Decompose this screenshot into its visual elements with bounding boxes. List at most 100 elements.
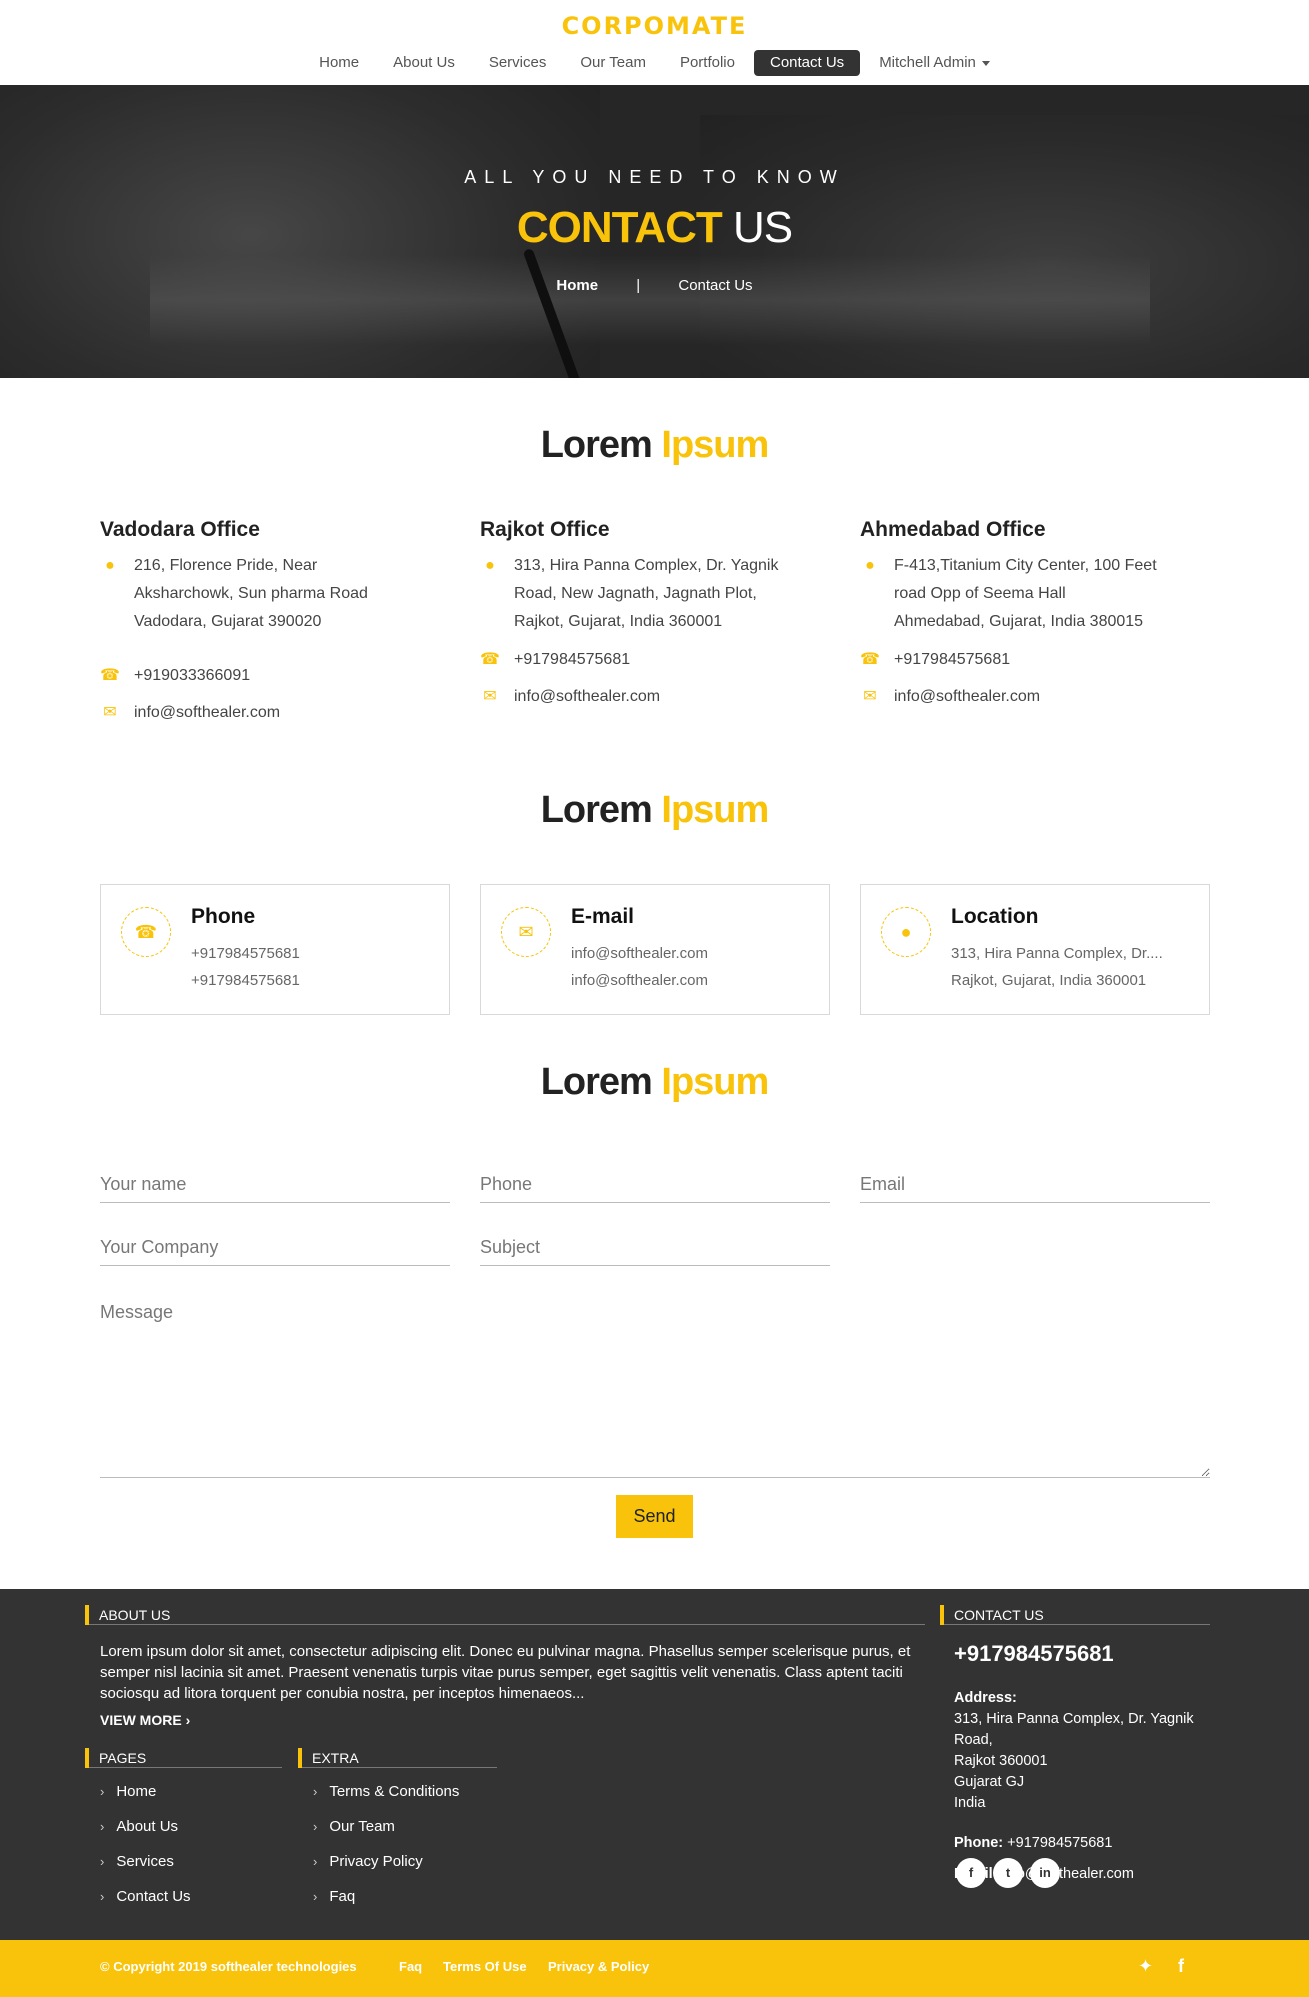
chevron-right-icon: › bbox=[100, 1819, 105, 1834]
section-title-text: Lorem bbox=[540, 1061, 662, 1103]
phone-text[interactable]: +917984575681 bbox=[894, 651, 1010, 668]
footer-link-faq[interactable]: › Faq bbox=[313, 1888, 355, 1905]
bottom-link-terms[interactable]: Terms Of Use bbox=[443, 1959, 527, 1974]
section-title-accent: Ipsum bbox=[661, 789, 769, 831]
box-line: 313, Hira Panna Complex, Dr.... bbox=[951, 945, 1163, 962]
section-title-text: Lorem bbox=[540, 789, 662, 831]
box-title: E-mail bbox=[571, 905, 635, 928]
nav-services[interactable]: Services bbox=[472, 50, 564, 76]
main-nav: Home About Us Services Our Team Portfoli… bbox=[0, 50, 1309, 76]
footer-contact-heading: CONTACT US bbox=[940, 1605, 1210, 1625]
box-line: info@softhealer.com bbox=[571, 945, 708, 962]
envelope-icon: ✉ bbox=[483, 688, 497, 705]
company-input[interactable] bbox=[100, 1230, 450, 1266]
email-text[interactable]: info@softhealer.com bbox=[514, 688, 660, 705]
send-button[interactable]: Send bbox=[616, 1495, 693, 1538]
envelope-icon: ✉ bbox=[863, 688, 877, 705]
link-label: Contact Us bbox=[116, 1888, 191, 1905]
phone-label: Phone: bbox=[954, 1835, 1004, 1851]
section-title-text: Lorem bbox=[540, 424, 662, 466]
footer-link-privacy[interactable]: › Privacy Policy bbox=[313, 1853, 423, 1870]
link-label: Privacy Policy bbox=[329, 1853, 423, 1870]
office-name: Rajkot Office bbox=[480, 518, 610, 541]
section-title-form: Lorem Ipsum bbox=[0, 1061, 1309, 1104]
office-vadodara: Vadodara Office ● 216, Florence Pride, Ne… bbox=[100, 518, 440, 727]
email-text[interactable]: info@softhealer.com bbox=[894, 688, 1040, 705]
contact-box-phone: ☎ Phone +917984575681 +917984575681 bbox=[100, 884, 450, 1015]
address-line: Road, bbox=[954, 1732, 993, 1748]
office-address: ● 216, Florence Pride, Near Aksharchowk, S… bbox=[100, 552, 440, 636]
chevron-right-icon: › bbox=[313, 1854, 318, 1869]
nav-about-us[interactable]: About Us bbox=[376, 50, 472, 76]
footer-about-text: Lorem ipsum dolor sit amet, consectetur … bbox=[100, 1643, 911, 1702]
office-address: ● 313, Hira Panna Complex, Dr. Yagnik Road… bbox=[480, 552, 820, 636]
contact-box-email: ✉ E-mail info@softhealer.com info@softhe… bbox=[480, 884, 830, 1015]
address-line: 313, Hira Panna Complex, Dr. Yagnik bbox=[514, 557, 779, 574]
nav-portfolio[interactable]: Portfolio bbox=[663, 50, 752, 76]
linkedin-icon[interactable]: in bbox=[1030, 1858, 1060, 1888]
logo[interactable]: CORPOMATE bbox=[0, 12, 1309, 40]
heading-text: PAGES bbox=[99, 1750, 147, 1766]
footer-link-contact-us[interactable]: › Contact Us bbox=[100, 1888, 191, 1905]
address-line: Vadodara, Gujarat 390020 bbox=[134, 613, 322, 630]
address-line: road Opp of Seema Hall bbox=[894, 585, 1066, 602]
phone-input[interactable] bbox=[480, 1167, 830, 1203]
heading-text: EXTRA bbox=[312, 1750, 359, 1766]
footer-link-home[interactable]: › Home bbox=[100, 1783, 156, 1800]
address-line: Aksharchowk, Sun pharma Road bbox=[134, 585, 368, 602]
footer-extra-heading: EXTRA bbox=[298, 1748, 497, 1768]
address-line: Rajkot, Gujarat, India 360001 bbox=[514, 613, 723, 630]
address-line: Ahmedabad, Gujarat, India 380015 bbox=[894, 613, 1144, 630]
name-input[interactable] bbox=[100, 1167, 450, 1203]
footer-pages-heading: PAGES bbox=[85, 1748, 282, 1768]
email-input[interactable] bbox=[860, 1167, 1210, 1203]
view-more-link[interactable]: VIEW MORE › bbox=[100, 1712, 190, 1728]
link-label: About Us bbox=[116, 1818, 179, 1835]
facebook-icon[interactable]: f bbox=[1178, 1956, 1184, 1977]
hero-title: CONTACT US bbox=[0, 203, 1309, 253]
footer-phone-big[interactable]: +917984575681 bbox=[954, 1641, 1114, 1667]
envelope-icon: ✉ bbox=[103, 704, 117, 721]
phone-icon: ☎ bbox=[100, 667, 120, 684]
view-more-label: VIEW MORE bbox=[100, 1712, 182, 1728]
footer-link-services[interactable]: › Services bbox=[100, 1853, 174, 1870]
footer-link-our-team[interactable]: › Our Team bbox=[313, 1818, 395, 1835]
box-line: +917984575681 bbox=[191, 972, 300, 989]
email-text[interactable]: info@softhealer.com bbox=[134, 704, 280, 721]
phone-value[interactable]: +917984575681 bbox=[1003, 1835, 1112, 1851]
phone-text[interactable]: +919033366091 bbox=[134, 667, 250, 684]
bottom-link-faq[interactable]: Faq bbox=[399, 1959, 422, 1974]
link-label: Services bbox=[116, 1853, 174, 1870]
address-label: Address: bbox=[954, 1690, 1017, 1706]
user-menu[interactable]: Mitchell Admin bbox=[862, 50, 1007, 76]
address-line: 313, Hira Panna Complex, Dr. Yagnik bbox=[954, 1711, 1194, 1727]
footer-link-about-us[interactable]: › About Us bbox=[100, 1818, 178, 1835]
nav-our-team[interactable]: Our Team bbox=[563, 50, 663, 76]
hero-banner: ALL YOU NEED TO KNOW CONTACT US Home | C… bbox=[0, 85, 1309, 378]
chevron-right-icon: › bbox=[313, 1889, 318, 1904]
footer-address: Address: 313, Hira Panna Complex, Dr. Ya… bbox=[954, 1688, 1194, 1814]
twitter-icon[interactable]: ✦ bbox=[1138, 1956, 1153, 1977]
phone-icon: ☎ bbox=[860, 651, 880, 668]
box-title: Phone bbox=[191, 905, 256, 928]
map-marker-icon: ● bbox=[865, 557, 875, 574]
phone-text[interactable]: +917984575681 bbox=[514, 651, 630, 668]
office-email: ✉ info@softhealer.com bbox=[480, 683, 820, 711]
office-name: Vadodara Office bbox=[100, 518, 260, 541]
message-textarea[interactable] bbox=[100, 1290, 1210, 1478]
chevron-right-icon: › bbox=[100, 1784, 105, 1799]
hero-title-rest: US bbox=[721, 203, 793, 252]
facebook-icon[interactable]: f bbox=[956, 1858, 986, 1888]
office-name: Ahmedabad Office bbox=[860, 518, 1046, 541]
subject-input[interactable] bbox=[480, 1230, 830, 1266]
nav-home[interactable]: Home bbox=[302, 50, 376, 76]
footer-link-terms[interactable]: › Terms & Conditions bbox=[313, 1783, 459, 1800]
chevron-right-icon: › bbox=[100, 1889, 105, 1904]
nav-contact-us[interactable]: Contact Us bbox=[753, 50, 861, 76]
phone-icon: ☎ bbox=[480, 651, 500, 668]
twitter-icon[interactable]: t bbox=[993, 1858, 1023, 1888]
footer-about-heading: ABOUT US bbox=[85, 1605, 925, 1625]
chevron-right-icon: › bbox=[313, 1784, 318, 1799]
breadcrumb-home[interactable]: Home bbox=[556, 277, 598, 294]
bottom-link-privacy[interactable]: Privacy & Policy bbox=[548, 1959, 649, 1974]
